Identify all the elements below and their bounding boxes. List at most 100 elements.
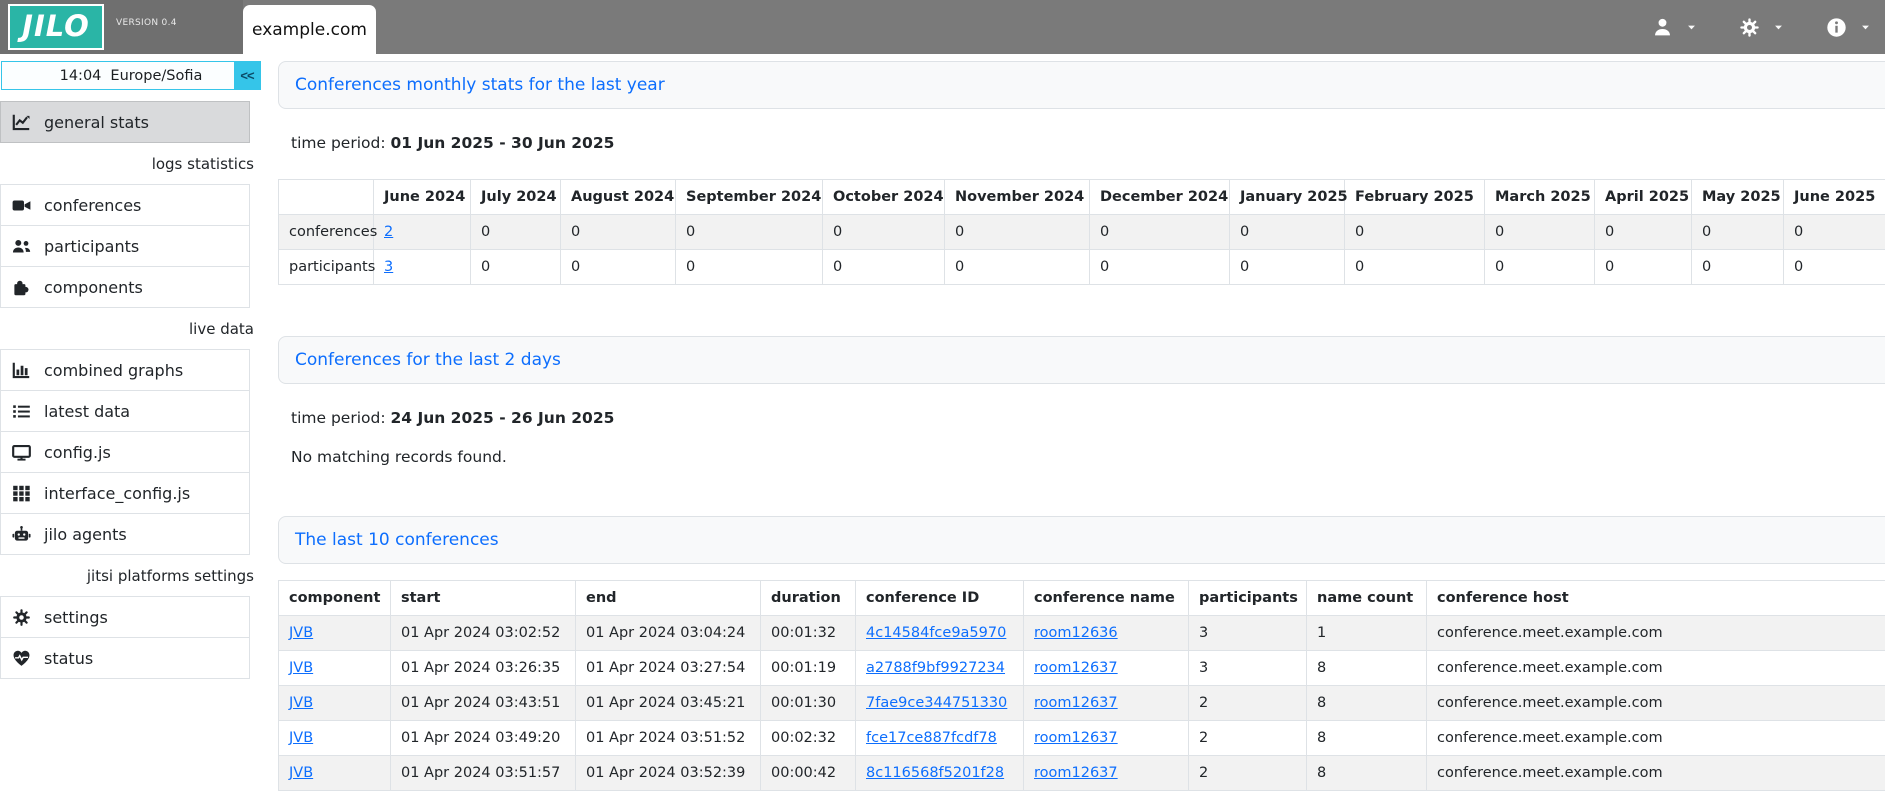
- conference-name-link[interactable]: room12636: [1034, 625, 1118, 641]
- gear-icon: [12, 608, 31, 627]
- time-period-value: 24 Jun 2025 - 26 Jun 2025: [390, 409, 614, 427]
- list-icon: [12, 402, 31, 421]
- column-header: conference ID: [856, 581, 1024, 616]
- main-content: Conferences monthly stats for the last y…: [278, 54, 1885, 791]
- clock-time: 14:04: [60, 68, 102, 84]
- sidebar-item-status[interactable]: status: [0, 637, 250, 679]
- table-cell: 01 Apr 2024 03:52:39: [576, 756, 761, 791]
- table-row: JVB01 Apr 2024 03:26:3501 Apr 2024 03:27…: [279, 651, 1885, 686]
- caret-down-icon: [1860, 22, 1871, 33]
- monthly-count-link[interactable]: 3: [384, 259, 393, 275]
- app-logo: JILO: [8, 4, 104, 50]
- tab-platform[interactable]: example.com: [243, 5, 376, 54]
- sidebar-item-label: general stats: [44, 113, 149, 132]
- sidebar-item-config-js[interactable]: config.js: [0, 431, 250, 473]
- table-cell: JVB: [279, 756, 391, 791]
- column-header: June 2025: [1784, 180, 1885, 215]
- time-period-value: 01 Jun 2025 - 30 Jun 2025: [390, 134, 614, 152]
- conference-name-link[interactable]: room12637: [1034, 695, 1118, 711]
- sidebar-item-jilo-agents[interactable]: jilo agents: [0, 513, 250, 555]
- conference-id-link[interactable]: 4c14584fce9a5970: [866, 625, 1006, 641]
- component-link[interactable]: JVB: [289, 730, 313, 746]
- table-cell: 0: [1784, 250, 1885, 285]
- table-cell: 0: [471, 250, 561, 285]
- table-cell: 0: [1485, 215, 1595, 250]
- conference-id-link[interactable]: 8c116568f5201f28: [866, 765, 1004, 781]
- sidebar-item-settings[interactable]: settings: [0, 596, 250, 638]
- monitor-icon: [12, 443, 31, 462]
- conference-id-link[interactable]: fce17ce887fcdf78: [866, 730, 997, 746]
- table-cell: 01 Apr 2024 03:04:24: [576, 616, 761, 651]
- column-header: February 2025: [1345, 180, 1485, 215]
- component-link[interactable]: JVB: [289, 660, 313, 676]
- users-icon: [12, 237, 31, 256]
- column-header: March 2025: [1485, 180, 1595, 215]
- component-link[interactable]: JVB: [289, 695, 313, 711]
- header-menu-gear[interactable]: [1735, 11, 1788, 44]
- table-cell: 0: [676, 250, 823, 285]
- table-cell: 00:01:19: [761, 651, 856, 686]
- sidebar-item-general-stats[interactable]: general stats: [0, 101, 250, 143]
- component-link[interactable]: JVB: [289, 765, 313, 781]
- monthly-count-link[interactable]: 2: [384, 224, 393, 240]
- sidebar-item-label: jilo agents: [44, 525, 127, 544]
- table-row: JVB 01 Apr 2024 03:49:2001 Apr 2024 03:51…: [279, 721, 1885, 756]
- conference-name-link[interactable]: room12637: [1034, 660, 1118, 676]
- table-cell: 0: [471, 215, 561, 250]
- table-cell: conference.meet.example.com: [1427, 651, 1885, 686]
- sidebar-item-label: combined graphs: [44, 361, 183, 380]
- last-2-days-time-period: time period: 24 Jun 2025 - 26 Jun 2025: [291, 409, 1885, 427]
- table-cell: 3: [1189, 651, 1307, 686]
- table-cell: 7fae9ce344751330: [856, 686, 1024, 721]
- column-header: participants: [1189, 581, 1307, 616]
- table-cell: conference.meet.example.com: [1427, 686, 1885, 721]
- table-cell: 0: [823, 250, 945, 285]
- tab-platform-label: example.com: [252, 20, 367, 40]
- sidebar-group-logs-statistics: logs statistics: [0, 143, 262, 185]
- conference-name-link[interactable]: room12637: [1034, 765, 1118, 781]
- sidebar-item-combined-graphs[interactable]: combined graphs: [0, 349, 250, 391]
- table-cell: room12636: [1024, 616, 1189, 651]
- component-link[interactable]: JVB: [289, 625, 313, 641]
- table-cell: 0: [1345, 250, 1485, 285]
- conference-id-link[interactable]: a2788f9bf9927234: [866, 660, 1005, 676]
- table-cell: 00:00:42: [761, 756, 856, 791]
- sidebar-item-interface-config-js[interactable]: interface_config.js: [0, 472, 250, 514]
- sidebar-menu: general statslogs statisticsconferencesp…: [0, 101, 250, 679]
- table-cell: 00:01:32: [761, 616, 856, 651]
- caret-down-icon: [1773, 22, 1784, 33]
- monthly-stats-table: June 2024July 2024August 2024September 2…: [278, 179, 1885, 285]
- table-cell: 01 Apr 2024 03:49:20: [391, 721, 576, 756]
- column-header: May 2025: [1692, 180, 1784, 215]
- table-cell: 8: [1307, 686, 1427, 721]
- table-cell: 0: [1230, 250, 1345, 285]
- header-menu-info[interactable]: [1822, 11, 1875, 44]
- table-cell: room12637: [1024, 721, 1189, 756]
- table-row: JVB01 Apr 2024 03:51:5701 Apr 2024 03:52…: [279, 756, 1885, 791]
- brand-strip: JILO VERSION 0.4: [0, 0, 243, 54]
- table-header-row: componentstartenddurationconference IDco…: [279, 581, 1885, 616]
- conference-id-link[interactable]: 7fae9ce344751330: [866, 695, 1007, 711]
- row-label: participants: [279, 250, 374, 285]
- table-cell: 2: [1189, 686, 1307, 721]
- table-cell: 0: [1345, 215, 1485, 250]
- gear-icon: [1739, 17, 1760, 38]
- table-cell: 2: [374, 215, 471, 250]
- table-cell: conference.meet.example.com: [1427, 721, 1885, 756]
- sidebar-item-conferences[interactable]: conferences: [0, 184, 250, 226]
- sidebar-collapse-button[interactable]: <<: [234, 62, 260, 89]
- sidebar-item-components[interactable]: components: [0, 266, 250, 308]
- sidebar-item-latest-data[interactable]: latest data: [0, 390, 250, 432]
- column-header: August 2024: [561, 180, 676, 215]
- sidebar-item-label: latest data: [44, 402, 130, 421]
- sidebar-item-participants[interactable]: participants: [0, 225, 250, 267]
- table-cell: 0: [1090, 250, 1230, 285]
- table-cell: 0: [945, 215, 1090, 250]
- table-cell: 01 Apr 2024 03:51:52: [576, 721, 761, 756]
- conference-name-link[interactable]: room12637: [1034, 730, 1118, 746]
- table-cell: 0: [1230, 215, 1345, 250]
- table-cell: JVB: [279, 616, 391, 651]
- column-header: conference name: [1024, 581, 1189, 616]
- table-cell: 01 Apr 2024 03:02:52: [391, 616, 576, 651]
- header-menu-user[interactable]: [1648, 11, 1701, 44]
